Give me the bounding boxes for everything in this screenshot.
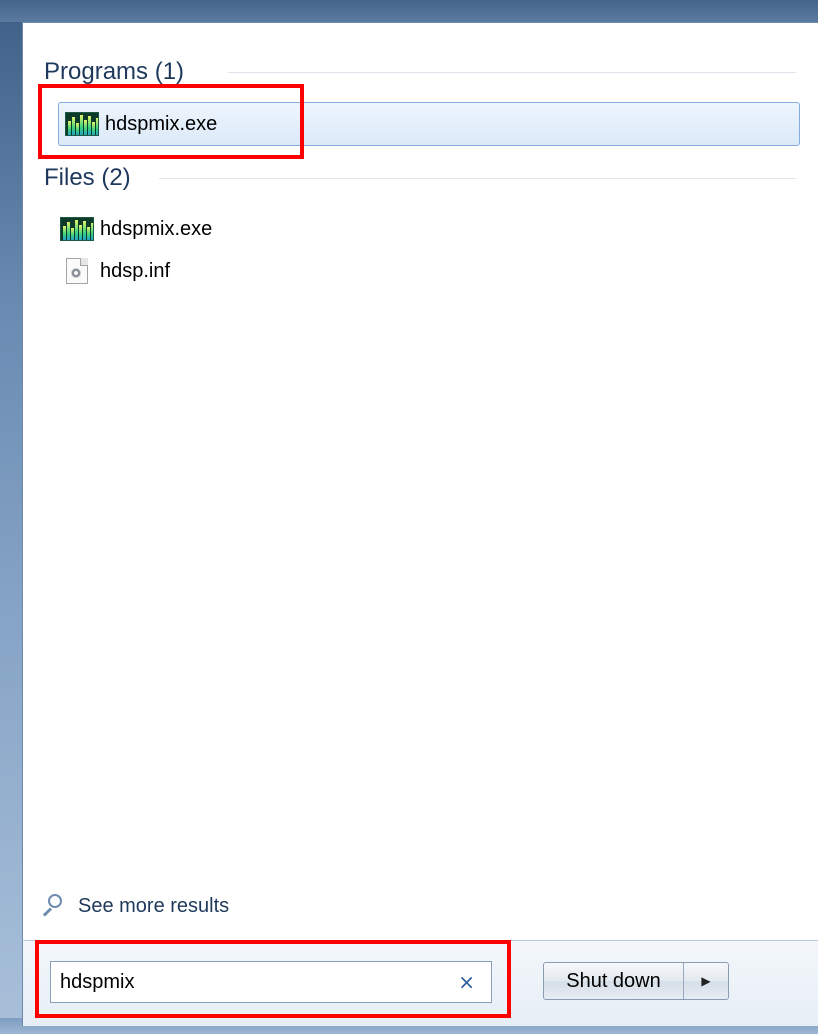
file-result-hdsp-inf[interactable]: hdsp.inf	[60, 253, 170, 289]
see-more-results-link[interactable]: See more results	[40, 890, 229, 922]
files-group-header[interactable]: Files (2)	[44, 163, 796, 193]
programs-header-divider	[228, 72, 796, 73]
files-header-label[interactable]: Files (2)	[44, 164, 131, 192]
file-result-hdspmix-exe[interactable]: hdspmix.exe	[60, 211, 212, 247]
highlight-box-program-result	[38, 84, 304, 159]
frame-top-edge	[0, 0, 818, 22]
shutdown-options-arrow-icon[interactable]: ▶	[684, 963, 728, 999]
search-icon	[40, 892, 66, 920]
programs-group-header[interactable]: Programs (1)	[44, 57, 796, 87]
file-result-label: hdsp.inf	[100, 259, 171, 282]
see-more-label[interactable]: See more results	[78, 895, 229, 918]
mixer-app-icon	[60, 217, 94, 241]
settings-file-icon	[66, 258, 88, 284]
files-header-divider	[159, 178, 796, 179]
highlight-box-search-field	[35, 940, 511, 1018]
file-result-label: hdspmix.exe	[100, 217, 213, 240]
shutdown-button[interactable]: Shut down	[544, 963, 684, 999]
programs-header-label[interactable]: Programs (1)	[44, 58, 184, 86]
shutdown-split-button[interactable]: Shut down ▶	[543, 962, 729, 1000]
